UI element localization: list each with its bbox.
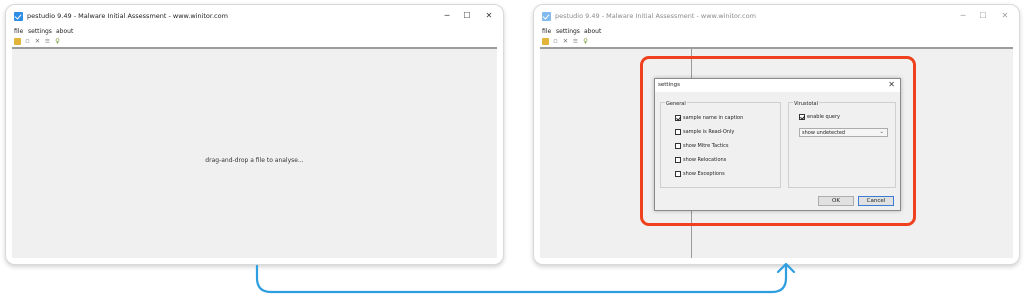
pestudio-main-window: pestudio 9.49 - Malware Initial Assessme… bbox=[534, 5, 1019, 264]
menu-file[interactable]: file bbox=[14, 28, 23, 35]
toolbar: ▫ ✕ ≡ ♀ bbox=[6, 37, 503, 46]
menu-file[interactable]: file bbox=[542, 28, 551, 35]
maximize-icon[interactable]: ☐ bbox=[974, 8, 992, 24]
key-icon[interactable]: ♀ bbox=[54, 38, 61, 45]
window-title: pestudio 9.49 - Malware Initial Assessme… bbox=[555, 12, 756, 20]
close-icon[interactable]: ✕ bbox=[480, 8, 498, 24]
menu-settings[interactable]: settings bbox=[556, 28, 580, 35]
comparison-stage: pestudio 9.49 - Malware Initial Assessme… bbox=[0, 0, 1024, 296]
minimize-icon[interactable]: ─ bbox=[954, 8, 972, 24]
before-screenshot-card: pestudio 9.49 - Malware Initial Assessme… bbox=[5, 4, 504, 265]
drop-hint: drag-and-drop a file to analyse... bbox=[205, 157, 304, 164]
menu-bar: file settings about bbox=[6, 27, 503, 37]
menu-about[interactable]: about bbox=[56, 28, 73, 35]
menu-settings[interactable]: settings bbox=[28, 28, 52, 35]
title-bar: pestudio 9.49 - Malware Initial Assessme… bbox=[6, 5, 503, 27]
open-folder-icon[interactable] bbox=[542, 38, 549, 45]
pestudio-app-icon bbox=[14, 12, 23, 21]
minimize-icon[interactable]: ─ bbox=[438, 8, 456, 24]
menu-about[interactable]: about bbox=[584, 28, 601, 35]
drop-area[interactable]: drag-and-drop a file to analyse... bbox=[12, 47, 497, 258]
toolbar: ▫ ✕ ≡ ♀ bbox=[534, 37, 1019, 46]
save-icon[interactable]: ▫ bbox=[24, 38, 31, 45]
open-folder-icon[interactable] bbox=[14, 38, 21, 45]
key-icon[interactable]: ♀ bbox=[582, 38, 589, 45]
window-title: pestudio 9.49 - Malware Initial Assessme… bbox=[27, 12, 228, 20]
menu-bar: file settings about bbox=[534, 27, 1019, 37]
maximize-icon[interactable]: ☐ bbox=[458, 8, 476, 24]
close-file-icon[interactable]: ✕ bbox=[562, 38, 569, 45]
pestudio-main-window: pestudio 9.49 - Malware Initial Assessme… bbox=[6, 5, 503, 264]
arrow-head-icon bbox=[776, 262, 796, 274]
close-icon[interactable]: ✕ bbox=[996, 8, 1014, 24]
title-bar: pestudio 9.49 - Malware Initial Assessme… bbox=[534, 5, 1019, 27]
arrow-path bbox=[255, 264, 788, 294]
list-icon[interactable]: ≡ bbox=[44, 38, 51, 45]
highlight-box bbox=[640, 56, 916, 226]
after-screenshot-card: pestudio 9.49 - Malware Initial Assessme… bbox=[533, 4, 1020, 265]
pestudio-app-icon bbox=[542, 12, 551, 21]
save-icon[interactable]: ▫ bbox=[552, 38, 559, 45]
close-file-icon[interactable]: ✕ bbox=[34, 38, 41, 45]
list-icon[interactable]: ≡ bbox=[572, 38, 579, 45]
